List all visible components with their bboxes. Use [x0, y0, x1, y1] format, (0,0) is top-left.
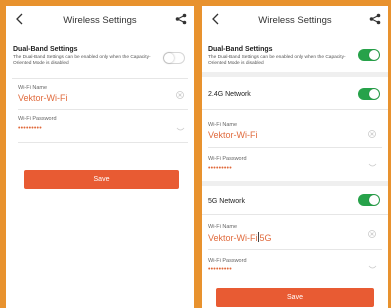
- wifi-password-label: Wi-Fi Password: [18, 116, 57, 122]
- dual-band-hint: The Dual-Band Settings can be enabled on…: [208, 55, 346, 66]
- section-divider: [202, 72, 388, 77]
- password-visibility-toggle[interactable]: [368, 163, 377, 168]
- divider: [202, 214, 388, 215]
- divider: [18, 109, 188, 110]
- network-24-wifi-password-label: Wi-Fi Password: [208, 156, 247, 162]
- clear-circle-icon: [368, 230, 376, 238]
- section-divider: [202, 181, 388, 186]
- divider: [202, 109, 388, 110]
- save-button[interactable]: Save: [24, 170, 179, 189]
- wifi-name-text-before-cursor: Vektor-Wi-Fi: [208, 233, 258, 243]
- dual-band-hint: The Dual-Band Settings can be enabled on…: [13, 55, 151, 66]
- network-24-wifi-password-field[interactable]: •••••••••: [208, 165, 232, 172]
- share-button[interactable]: [368, 12, 382, 26]
- page-title: Wireless Settings: [63, 15, 137, 26]
- toggle-knob: [369, 89, 379, 99]
- wifi-name-text-after-cursor: 5G: [259, 233, 272, 243]
- dual-band-label: Dual-Band Settings: [13, 46, 78, 53]
- password-visibility-toggle[interactable]: [176, 127, 185, 132]
- dual-band-toggle[interactable]: [358, 49, 380, 61]
- password-visibility-toggle[interactable]: [368, 265, 377, 270]
- clear-circle-icon: [176, 91, 184, 99]
- clear-circle-icon: [368, 130, 376, 138]
- network-5-title: 5G Network: [208, 198, 245, 205]
- network-5-toggle[interactable]: [358, 194, 380, 206]
- eye-closed-icon: [368, 163, 377, 167]
- network-24-title: 2.4G Network: [208, 91, 251, 98]
- top-bar: Wireless Settings: [6, 6, 194, 34]
- eye-closed-icon: [368, 265, 377, 269]
- toggle-knob: [369, 195, 379, 205]
- dual-band-toggle[interactable]: [163, 52, 185, 64]
- dual-band-label: Dual-Band Settings: [208, 46, 273, 53]
- left-phone-screen: Wireless Settings Dual-Band Settings The…: [6, 6, 194, 308]
- page-title: Wireless Settings: [258, 15, 332, 26]
- right-phone-screen: Wireless Settings Dual-Band Settings The…: [202, 6, 388, 308]
- network-24-toggle[interactable]: [358, 88, 380, 100]
- share-icon: [175, 13, 187, 25]
- wifi-password-field[interactable]: •••••••••: [18, 125, 42, 132]
- network-5-wifi-password-field[interactable]: •••••••••: [208, 266, 232, 273]
- eye-closed-icon: [176, 127, 185, 131]
- clear-button[interactable]: [368, 130, 376, 138]
- network-5-wifi-name-field[interactable]: Vektor-Wi-Fi 5G: [208, 232, 272, 243]
- toggle-knob: [369, 50, 379, 60]
- clear-button[interactable]: [368, 230, 376, 238]
- network-24-wifi-name-field[interactable]: Vektor-Wi-Fi: [208, 130, 258, 140]
- network-5-wifi-name-label: Wi-Fi Name: [208, 224, 238, 230]
- wifi-name-field[interactable]: Vektor-Wi-Fi: [18, 93, 68, 103]
- share-button[interactable]: [174, 12, 188, 26]
- divider: [12, 78, 188, 79]
- divider: [18, 142, 188, 143]
- toggle-knob: [164, 53, 174, 63]
- share-icon: [369, 13, 381, 25]
- network-24-wifi-name-label: Wi-Fi Name: [208, 122, 238, 128]
- clear-button[interactable]: [176, 91, 184, 99]
- divider: [208, 249, 382, 250]
- top-bar: Wireless Settings: [202, 6, 388, 34]
- save-button[interactable]: Save: [216, 288, 374, 307]
- network-5-wifi-password-label: Wi-Fi Password: [208, 258, 247, 264]
- divider: [208, 147, 382, 148]
- wifi-name-label: Wi-Fi Name: [18, 85, 48, 91]
